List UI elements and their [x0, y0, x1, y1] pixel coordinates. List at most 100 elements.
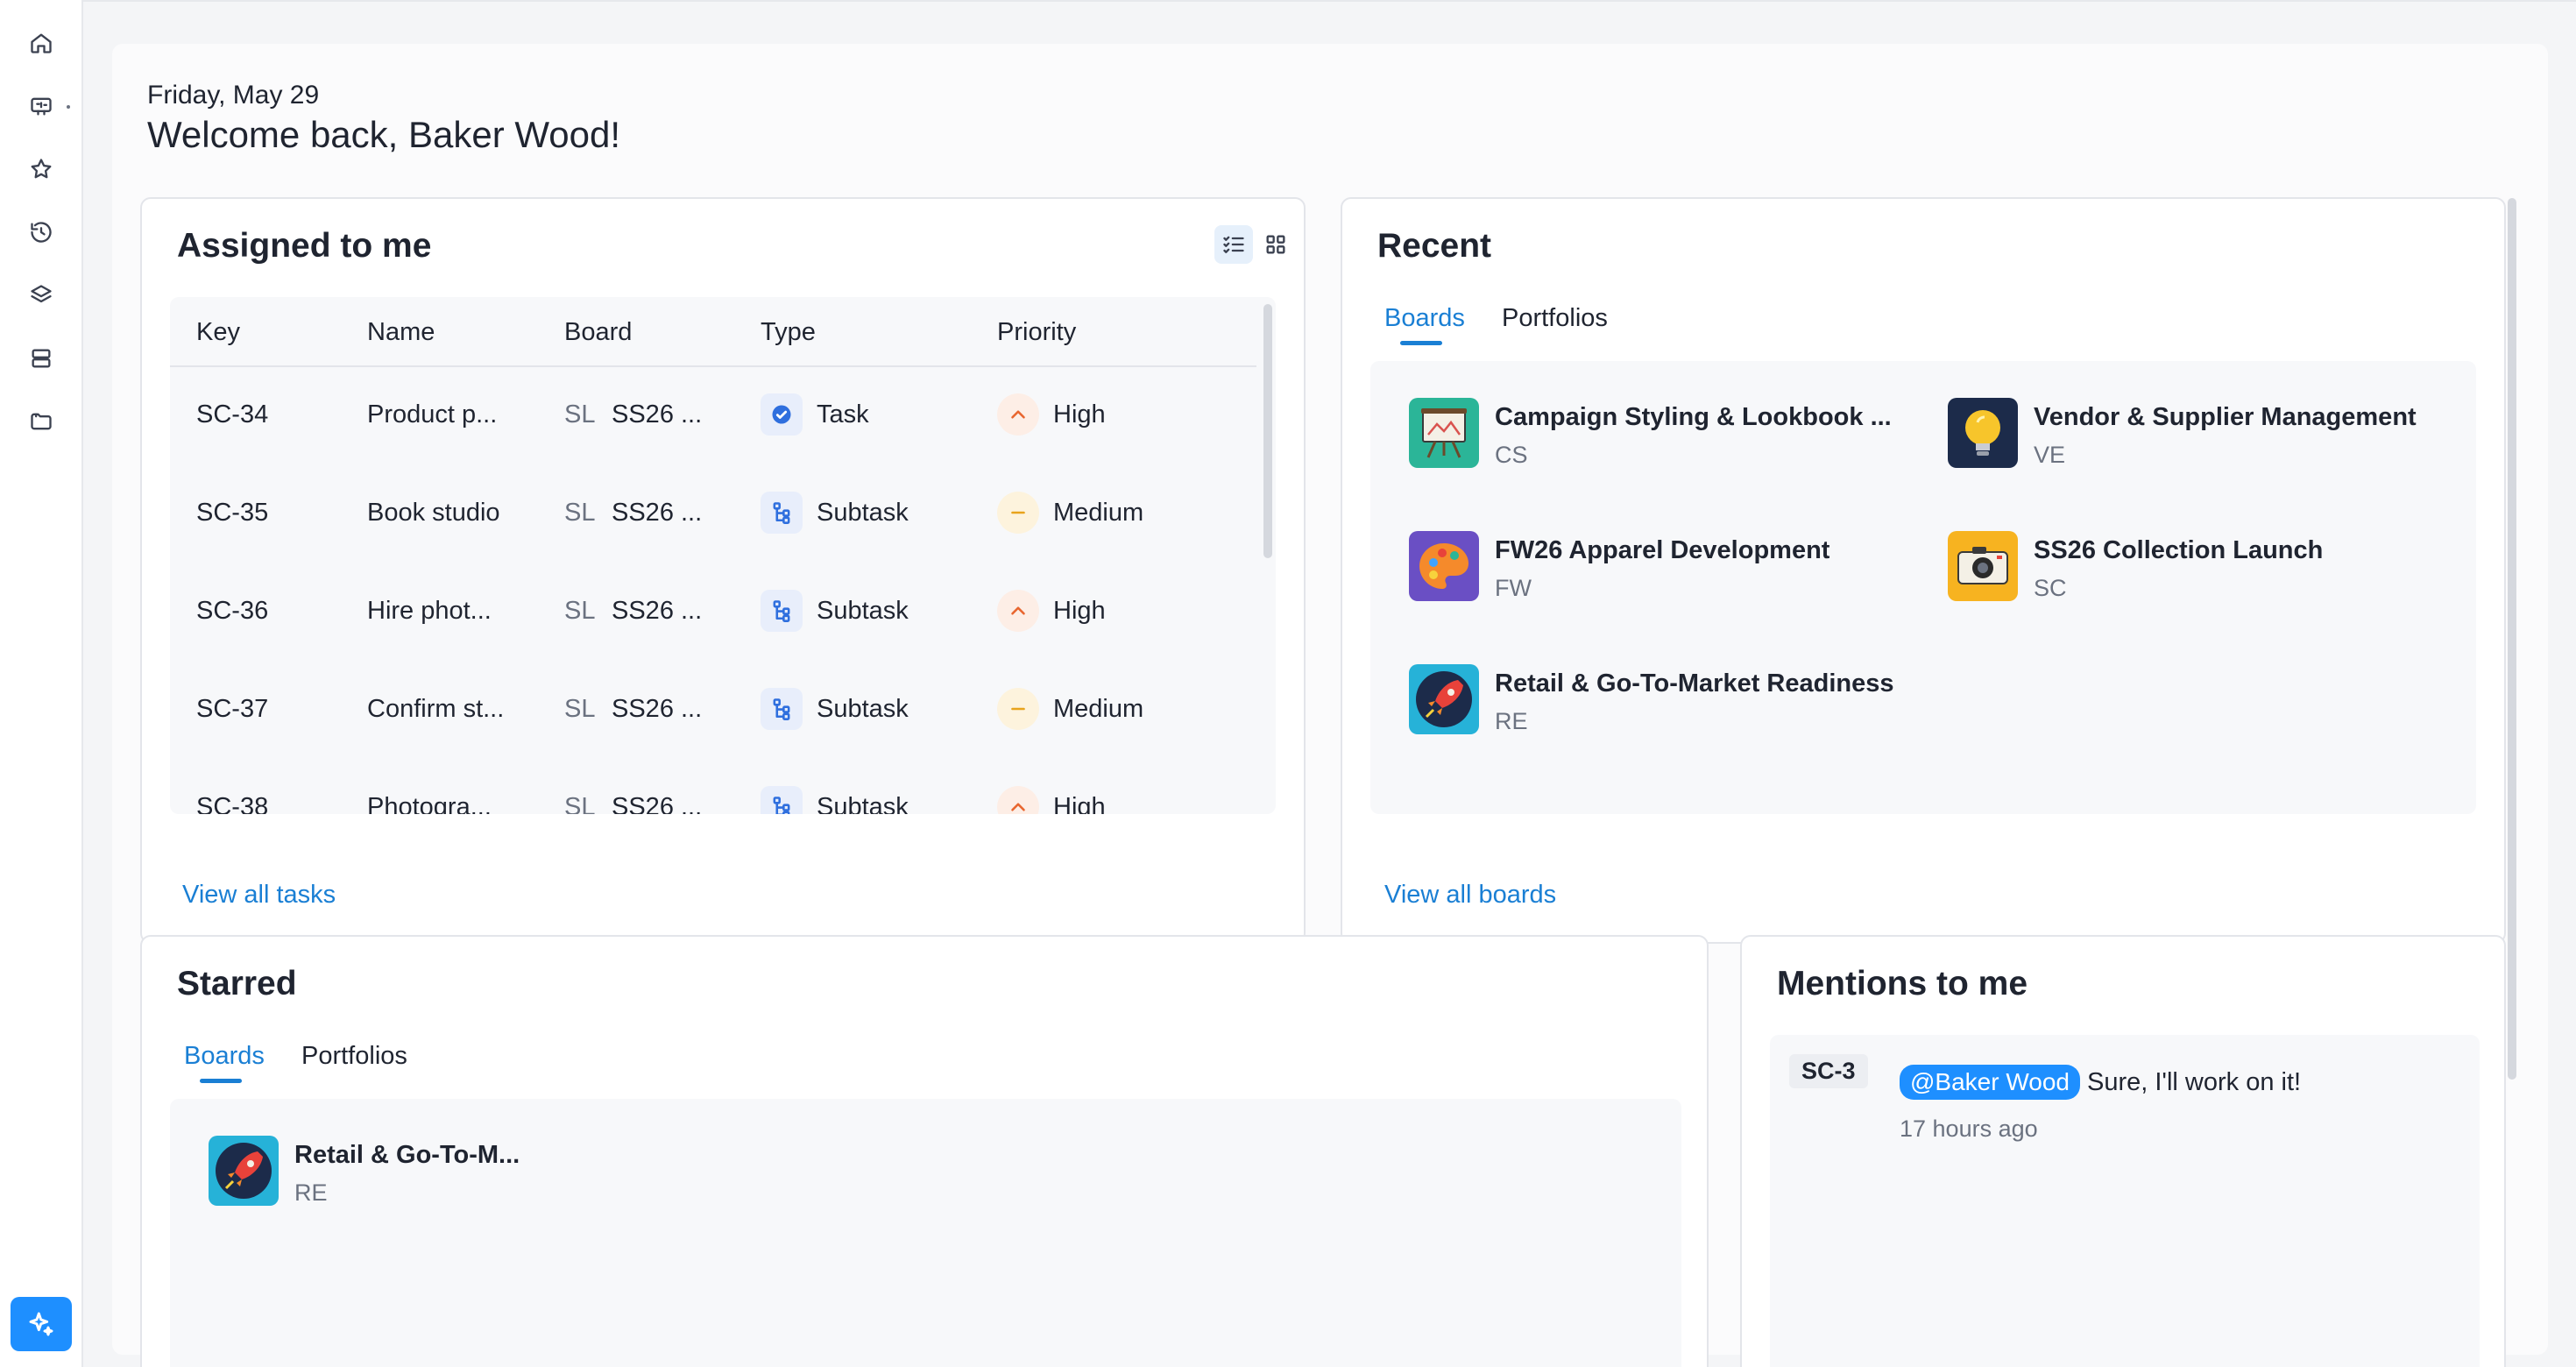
- board-code: SL: [564, 499, 596, 527]
- ai-assistant-button[interactable]: [11, 1297, 72, 1351]
- board-name[interactable]: SS26 ...: [612, 499, 702, 528]
- card-title: Recent: [1377, 227, 1492, 265]
- board-code: RE: [1495, 708, 1528, 734]
- board-item[interactable]: Retail & Go-To-M... RE: [209, 1136, 577, 1223]
- task-key[interactable]: SC-37: [196, 695, 268, 724]
- task-key[interactable]: SC-35: [196, 499, 268, 528]
- layers-icon[interactable]: [25, 279, 58, 312]
- mention-user-tag[interactable]: @Baker Wood: [1900, 1065, 2080, 1100]
- tab-boards[interactable]: Boards: [184, 1042, 265, 1071]
- mention-text: Sure, I'll work on it!: [2087, 1068, 2302, 1096]
- mentions-card: Mentions to me SC-3 @Baker Wood Sure, I'…: [1740, 935, 2506, 1367]
- welcome-heading: Welcome back, Baker Wood!: [147, 114, 621, 155]
- dashboard-main: Friday, May 29 Welcome back, Baker Wood!…: [112, 44, 2548, 1367]
- card-title: Mentions to me: [1777, 965, 2028, 1002]
- task-name[interactable]: Book studio: [367, 499, 500, 528]
- board-code: SC: [2034, 575, 2067, 601]
- task-key[interactable]: SC-38: [196, 793, 268, 814]
- task-priority: High: [1053, 400, 1106, 429]
- tasks-table: Key Name Board Type Priority SC-34 Produ…: [170, 297, 1276, 814]
- table-row[interactable]: SC-38 Photogra... SL SS26 ... Subtask Hi…: [170, 760, 1256, 814]
- home-icon[interactable]: [25, 26, 58, 60]
- board-name[interactable]: SS26 ...: [612, 597, 702, 626]
- priority-medium-icon: [997, 492, 1039, 534]
- table-header: Key Name Board Type Priority: [170, 297, 1256, 367]
- page-scrollbar[interactable]: [2508, 198, 2516, 1080]
- board-item[interactable]: Campaign Styling & Lookbook ... CS: [1409, 398, 1935, 485]
- task-key[interactable]: SC-36: [196, 597, 268, 626]
- board-code: CS: [1495, 442, 1528, 468]
- table-row[interactable]: SC-34 Product p... SL SS26 ... Task High: [170, 367, 1256, 465]
- task-type: Task: [817, 400, 869, 429]
- table-row[interactable]: SC-37 Confirm st... SL SS26 ... Subtask …: [170, 662, 1256, 760]
- card-title: Starred: [177, 965, 297, 1002]
- board-icon[interactable]: [25, 89, 58, 123]
- board-name: SS26 Collection Launch: [2034, 536, 2324, 564]
- task-name[interactable]: Photogra...: [367, 793, 492, 814]
- task-name[interactable]: Product p...: [367, 400, 497, 429]
- tab-portfolios[interactable]: Portfolios: [301, 1042, 407, 1071]
- board-code: SL: [564, 793, 596, 814]
- task-name[interactable]: Hire phot...: [367, 597, 492, 626]
- task-priority: Medium: [1053, 695, 1144, 723]
- easel-icon: [1409, 398, 1479, 468]
- table-row[interactable]: SC-35 Book studio SL SS26 ... Subtask Me…: [170, 465, 1256, 563]
- board-item[interactable]: Retail & Go-To-Market Readiness RE: [1409, 664, 1935, 752]
- board-name[interactable]: SS26 ...: [612, 400, 702, 429]
- tab-portfolios[interactable]: Portfolios: [1502, 304, 1608, 333]
- mention-task-key[interactable]: SC-3: [1789, 1054, 1868, 1088]
- board-item[interactable]: Vendor & Supplier Management VE: [1948, 398, 2473, 485]
- mention-timestamp: 17 hours ago: [1900, 1116, 2038, 1142]
- task-type: Subtask: [817, 793, 909, 814]
- column-key[interactable]: Key: [196, 318, 240, 347]
- grid-view-button[interactable]: [1256, 225, 1295, 264]
- column-board[interactable]: Board: [564, 318, 632, 347]
- grid-icon: [1266, 235, 1285, 254]
- history-icon[interactable]: [25, 216, 58, 249]
- board-name: Retail & Go-To-M...: [294, 1141, 520, 1169]
- storage-icon[interactable]: [25, 342, 58, 375]
- subtask-type-icon: [761, 492, 803, 534]
- board-name[interactable]: SS26 ...: [612, 695, 702, 724]
- column-type[interactable]: Type: [761, 318, 816, 347]
- list-view-button[interactable]: [1214, 225, 1253, 264]
- table-scrollbar[interactable]: [1263, 304, 1272, 558]
- tab-boards[interactable]: Boards: [1384, 304, 1465, 333]
- table-row[interactable]: SC-36 Hire phot... SL SS26 ... Subtask H…: [170, 563, 1256, 662]
- board-code: VE: [2034, 442, 2066, 468]
- board-name: FW26 Apparel Development: [1495, 536, 1830, 564]
- active-tab-indicator: [200, 1079, 242, 1083]
- subtask-type-icon: [761, 590, 803, 632]
- palette-icon: [1409, 531, 1479, 601]
- folder-icon[interactable]: [25, 405, 58, 438]
- mention-item[interactable]: SC-3 @Baker Wood Sure, I'll work on it! …: [1770, 1035, 2480, 1367]
- task-priority: High: [1053, 793, 1106, 814]
- starred-card: Starred Boards Portfolios Retail & Go-To…: [140, 935, 1709, 1367]
- board-code: SL: [564, 597, 596, 625]
- board-code: SL: [564, 400, 596, 429]
- task-key[interactable]: SC-34: [196, 400, 268, 429]
- sidebar: [0, 0, 83, 1367]
- board-name[interactable]: SS26 ...: [612, 793, 702, 814]
- top-divider: [83, 0, 2576, 2]
- board-item[interactable]: FW26 Apparel Development FW: [1409, 531, 1935, 619]
- expand-indicator: [67, 105, 70, 109]
- assigned-to-me-card: Assigned to me Key Name Board Type Prior…: [140, 197, 1306, 944]
- rocket-icon: [209, 1136, 279, 1206]
- sparkle-icon: [29, 1312, 53, 1336]
- list-check-icon: [1223, 236, 1244, 253]
- task-name[interactable]: Confirm st...: [367, 695, 504, 724]
- view-all-boards-link[interactable]: View all boards: [1384, 881, 1556, 910]
- current-date: Friday, May 29: [147, 81, 320, 110]
- column-name[interactable]: Name: [367, 318, 435, 347]
- board-name: Campaign Styling & Lookbook ...: [1495, 403, 1892, 431]
- star-icon[interactable]: [25, 152, 58, 186]
- view-all-tasks-link[interactable]: View all tasks: [182, 881, 336, 910]
- priority-high-icon: [997, 786, 1039, 814]
- subtask-type-icon: [761, 786, 803, 814]
- task-type: Subtask: [817, 597, 909, 625]
- column-priority[interactable]: Priority: [997, 318, 1076, 347]
- subtask-type-icon: [761, 688, 803, 730]
- board-item[interactable]: SS26 Collection Launch SC: [1948, 531, 2473, 619]
- recent-boards-grid: Campaign Styling & Lookbook ... CS Vendo…: [1370, 361, 2476, 814]
